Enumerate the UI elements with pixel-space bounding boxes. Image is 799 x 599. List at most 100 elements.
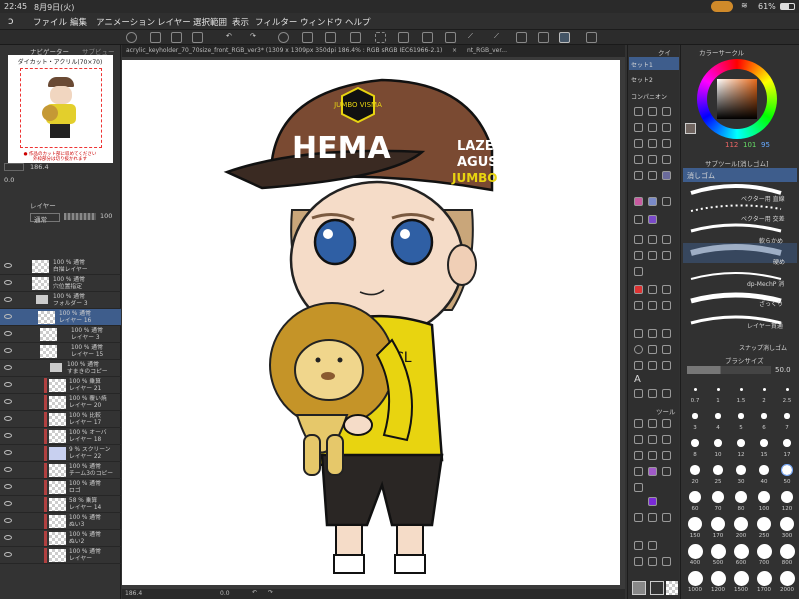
close-icon[interactable]: × [452,47,457,54]
invert-selection-icon[interactable] [398,32,409,43]
layer-row[interactable]: 100 % 通常 チーム3のコピー [0,462,121,479]
brush-size-dot[interactable] [687,570,703,586]
brush-size-dot[interactable] [737,439,745,447]
fill-icon[interactable] [634,483,643,492]
tool-icon[interactable] [634,251,643,260]
tool-icon[interactable] [634,301,643,310]
menu-file[interactable]: ファイル [33,16,67,28]
layer-row[interactable]: 100 % オーバ レイヤー 18 [0,428,121,445]
brush-size-dot[interactable] [688,517,702,531]
subtool-hard[interactable]: 硬め [773,257,785,266]
tab-brush-size[interactable]: ブラシサイズ [725,355,764,365]
eye-icon[interactable] [4,399,12,404]
brush-size-dot[interactable] [781,464,793,476]
document-tab[interactable]: acrylic_keyholder_70_70size_front_RGB_ve… [126,47,448,54]
layer-row[interactable]: 100 % 通常 レイヤー 15 [0,343,121,360]
layer-row[interactable]: 9 % スクリーン レイヤー 22 [0,445,121,462]
rotate-left-icon[interactable]: ↶ [252,589,257,596]
tool-icon[interactable] [648,235,657,244]
new-icon[interactable] [150,32,161,43]
brush-size-dot[interactable] [690,465,700,475]
eye-icon[interactable] [4,382,12,387]
brush-size-dot[interactable] [713,465,723,475]
tool-icon[interactable] [634,389,643,398]
color-square[interactable] [717,79,757,119]
brush-size-dot[interactable] [762,387,766,391]
tool-icon[interactable] [662,235,671,244]
tool-icon[interactable] [662,361,671,370]
select-icon[interactable] [634,435,643,444]
curve-tool-icon[interactable] [662,329,671,338]
line-tool-icon[interactable] [648,329,657,338]
tool-icon[interactable] [648,541,657,550]
eye-icon[interactable] [4,450,12,455]
tool-icon[interactable] [648,107,657,116]
tool-icon[interactable] [648,301,657,310]
layer-row[interactable]: 100 % 通常 白描レイヤー [0,258,121,275]
brush-size-dot[interactable] [779,543,795,559]
tool-icon[interactable] [634,107,643,116]
brush-size-dot[interactable] [716,387,720,391]
tab-subtool[interactable]: サブツール[消しゴム] [705,158,769,168]
tool-icon[interactable] [662,123,671,132]
eraser-icon[interactable] [662,171,671,180]
brush-size-value[interactable]: 50.0 [775,366,791,374]
brush-size-dot[interactable] [735,491,747,503]
subtool-through-layer[interactable]: レイヤー貫通 [747,321,783,330]
brush-size-dot[interactable] [691,439,699,447]
pen-icon[interactable] [634,155,643,164]
sub-color-swatch[interactable] [650,581,664,595]
footer-rotation[interactable]: 0.0 [220,590,230,597]
eye-icon[interactable] [4,331,12,336]
layer-row[interactable]: 100 % 覆い焼 レイヤー 20 [0,394,121,411]
layer-row[interactable]: 100 % 通常 レイヤー 3 [0,326,121,343]
brush-size-dot[interactable] [710,570,726,586]
brush-size-dot[interactable] [711,517,725,531]
expand-selection-icon[interactable] [445,32,456,43]
brush-size-dot[interactable] [785,387,789,391]
brush-size-dot[interactable] [692,413,698,419]
move-icon[interactable] [634,267,643,276]
ruler-icon[interactable]: ⟋ [468,32,479,43]
brush-size-dot[interactable] [757,517,771,531]
lasso-icon[interactable] [648,435,657,444]
eraser-icon[interactable] [634,171,643,180]
document-tab-2[interactable]: nt_RGB_ver... [467,47,507,54]
brush-size-dot[interactable] [783,439,791,447]
zoom-icon[interactable] [648,419,657,428]
move-icon[interactable] [634,419,643,428]
eraser-icon[interactable] [662,467,671,476]
brush-size-slider[interactable] [687,366,771,374]
folder-row[interactable]: 100 % 通常 フォルダー 3 [0,292,121,309]
brush-size-dot[interactable] [715,413,721,419]
layer-row[interactable]: 100 % 乗算 レイヤー 21 [0,377,121,394]
eye-icon[interactable] [4,263,12,268]
brush-size-dot[interactable] [739,387,743,391]
deselect-icon[interactable] [375,32,386,43]
eye-icon[interactable] [4,365,12,370]
select-all-icon[interactable] [350,32,361,43]
eye-icon[interactable] [4,535,12,540]
nav-zoom[interactable]: 186.4 [30,163,49,171]
transform-icon[interactable] [302,32,313,43]
brush-size-dot[interactable] [738,413,744,419]
tool-icon[interactable] [634,215,643,224]
brush-size-dot[interactable] [780,517,794,531]
zoom-field[interactable] [4,163,24,171]
brush-size-dot[interactable] [689,491,701,503]
layer-row-selected[interactable]: 100 % 通常 レイヤー 16 [0,309,121,326]
brush-size-dot[interactable] [781,491,793,503]
subtool-mechp[interactable]: dp-MechP 消 [747,279,784,288]
tool-icon[interactable] [634,361,643,370]
tool-icon[interactable] [662,197,671,206]
brush-icon[interactable] [662,451,671,460]
tool-icon[interactable] [634,541,643,550]
eraser-icon[interactable] [648,171,657,180]
pen-tool-icon[interactable]: ⟋ [494,32,505,43]
tool-icon[interactable] [648,139,657,148]
tool-icon[interactable] [634,557,643,566]
tab-tool[interactable]: ツール [656,406,676,416]
quick-set-2[interactable]: セット2 [629,72,679,85]
eye-icon[interactable] [4,467,12,472]
blend-icon[interactable] [648,467,657,476]
